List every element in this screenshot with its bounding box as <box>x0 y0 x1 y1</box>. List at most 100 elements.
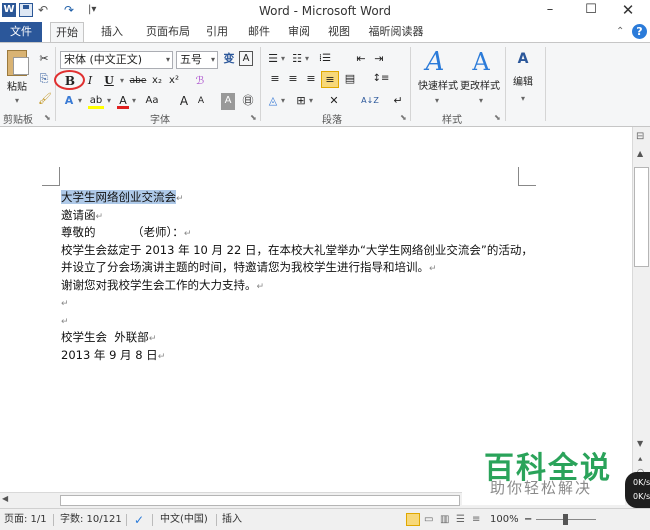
vertical-scrollbar[interactable]: ⊟ ▲ ▼ ⯅ ○ <box>632 127 650 492</box>
paragraph-launcher-icon[interactable]: ⬊ <box>400 113 407 122</box>
quick-styles-icon[interactable]: A <box>420 47 450 77</box>
tab-mailings[interactable]: 邮件 <box>245 22 273 42</box>
document-paragraph[interactable]: 邀请函↵ <box>61 207 533 225</box>
grow-font-button[interactable]: A <box>178 93 190 110</box>
outline-view-icon[interactable]: ☰ <box>456 513 465 527</box>
clear-formatting-button[interactable]: ℬ <box>192 73 208 90</box>
tab-page-layout[interactable]: 页面布局 <box>140 22 196 42</box>
numbering-dropdown-icon[interactable]: ▾ <box>304 51 310 68</box>
find-icon[interactable]: A <box>512 49 534 69</box>
styles-launcher-icon[interactable]: ⬊ <box>494 113 501 122</box>
document-paragraph[interactable]: 校学生会 外联部↵ <box>61 329 533 347</box>
tab-review[interactable]: 审阅 <box>285 22 313 42</box>
shrink-font-button[interactable]: A <box>195 93 207 110</box>
chinese-layout-button[interactable]: ✕ <box>327 93 341 110</box>
tab-references[interactable]: 引用 <box>203 22 231 42</box>
cut-icon[interactable]: ✂ <box>38 51 50 68</box>
tab-home[interactable]: 开始 <box>50 22 84 43</box>
word-count[interactable]: 字数: 10/121 <box>60 513 122 527</box>
document-paragraph[interactable]: 谢谢您对我校学生会工作的大力支持。↵ <box>61 277 533 295</box>
font-name-select[interactable]: 宋体 (中文正文) ▾ <box>60 51 173 69</box>
underline-dropdown-icon[interactable]: ▾ <box>118 73 126 90</box>
scroll-up-icon[interactable]: ▲ <box>637 149 643 158</box>
borders-button[interactable]: ⊞ <box>294 93 308 110</box>
underline-button[interactable]: U <box>103 73 115 90</box>
tab-foxit-reader[interactable]: 福昕阅读器 <box>368 22 424 42</box>
document-paragraph[interactable]: 尊敬的 （老师）：↵ <box>61 224 533 242</box>
full-screen-view-icon[interactable]: ▭ <box>424 513 433 527</box>
enclose-characters-button[interactable]: ㊐ <box>240 93 256 110</box>
distributed-button[interactable]: ▤ <box>343 71 357 88</box>
align-right-button[interactable]: ≡ <box>304 71 318 88</box>
show-marks-button[interactable]: ↵ <box>392 93 404 110</box>
font-launcher-icon[interactable]: ⬊ <box>250 113 257 122</box>
editing-button[interactable]: 编辑 <box>510 75 536 92</box>
horizontal-scroll-thumb[interactable] <box>60 495 460 506</box>
align-center-button[interactable]: ≡ <box>286 71 300 88</box>
italic-button[interactable]: I <box>84 73 96 90</box>
page-count[interactable]: 页面: 1/1 <box>4 513 47 527</box>
strikethrough-button[interactable]: abe <box>128 73 148 90</box>
change-case-button[interactable]: Aa <box>143 93 161 110</box>
scroll-down-icon[interactable]: ▼ <box>637 439 643 448</box>
insert-mode[interactable]: 插入 <box>222 513 242 527</box>
phonetic-guide-icon[interactable]: 变 <box>222 51 236 68</box>
font-size-select[interactable]: 五号 ▾ <box>176 51 218 69</box>
highlight-button[interactable]: ab <box>88 93 104 109</box>
tab-view[interactable]: 视图 <box>325 22 353 42</box>
increase-indent-button[interactable]: ⇥ <box>372 51 386 68</box>
copy-icon[interactable]: ⎘ <box>38 71 50 88</box>
decrease-indent-button[interactable]: ⇤ <box>354 51 368 68</box>
scroll-left-icon[interactable]: ◀ <box>2 494 8 503</box>
bullets-dropdown-icon[interactable]: ▾ <box>280 51 286 68</box>
document-paragraph[interactable]: ↵ <box>61 312 533 330</box>
quick-styles-dropdown-icon[interactable]: ▾ <box>432 93 442 110</box>
help-icon[interactable]: ? <box>632 24 647 39</box>
character-border-icon[interactable]: A <box>239 51 253 66</box>
collapse-ribbon-icon[interactable]: ⌃ <box>616 26 624 37</box>
language-indicator[interactable]: 中文(中国) <box>160 513 208 527</box>
document-paragraph[interactable]: 校学生会兹定于 2013 年 10 月 22 日，在本校大礼堂举办“大学生网络创… <box>61 242 533 260</box>
document-paragraph[interactable]: 2013 年 9 月 8 日↵ <box>61 347 533 365</box>
highlight-dropdown-icon[interactable]: ▾ <box>105 93 113 110</box>
font-color-button[interactable]: A <box>117 93 129 109</box>
zoom-slider-thumb[interactable] <box>563 514 568 525</box>
tab-insert[interactable]: 插入 <box>97 22 127 42</box>
document-paragraph[interactable]: ↵ <box>61 294 533 312</box>
document-body[interactable]: 大学生网络创业交流会↵ 邀请函↵ 尊敬的 （老师）：↵ 校学生会兹定于 2013 年 … <box>61 189 533 364</box>
web-layout-view-icon[interactable]: ▥ <box>440 513 449 527</box>
minimize-button[interactable]: – <box>532 0 568 22</box>
close-button[interactable]: ✕ <box>610 0 646 22</box>
character-shading-button[interactable]: A <box>221 93 235 110</box>
maximize-button[interactable]: ☐ <box>573 0 609 22</box>
multilevel-list-button[interactable]: ⁞☰ <box>316 51 334 68</box>
vertical-scroll-thumb[interactable] <box>634 167 649 267</box>
paste-dropdown-icon[interactable]: ▾ <box>10 93 24 110</box>
bullets-button[interactable]: ☰ <box>266 51 280 68</box>
proofing-icon[interactable]: ✓ <box>134 513 144 527</box>
zoom-out-button[interactable]: − <box>524 513 532 527</box>
zoom-level[interactable]: 100% <box>490 513 519 527</box>
line-spacing-button[interactable]: ↕≡ <box>372 71 390 88</box>
tab-file[interactable]: 文件 <box>0 22 42 42</box>
bold-button[interactable]: B <box>62 73 78 90</box>
previous-page-icon[interactable]: ⯅ <box>637 455 643 465</box>
justify-button[interactable]: ≡ <box>321 71 339 88</box>
clipboard-launcher-icon[interactable]: ⬊ <box>44 113 51 122</box>
shading-button[interactable]: ◬ <box>266 93 280 110</box>
paste-icon[interactable] <box>7 50 29 76</box>
align-left-button[interactable]: ≡ <box>268 71 282 88</box>
change-styles-icon[interactable]: A <box>466 47 496 77</box>
sort-button[interactable]: A↓Z <box>360 93 380 110</box>
format-painter-icon[interactable]: 🖌 <box>38 91 52 108</box>
text-effect-button[interactable]: A <box>62 93 76 110</box>
editing-dropdown-icon[interactable]: ▾ <box>518 91 528 108</box>
ruler-toggle-icon[interactable]: ⊟ <box>636 131 644 142</box>
text-effect-dropdown-icon[interactable]: ▾ <box>76 93 84 110</box>
superscript-button[interactable]: x² <box>167 73 181 90</box>
borders-dropdown-icon[interactable]: ▾ <box>308 93 314 110</box>
font-color-dropdown-icon[interactable]: ▾ <box>130 93 138 110</box>
shading-dropdown-icon[interactable]: ▾ <box>280 93 286 110</box>
subscript-button[interactable]: x₂ <box>150 73 164 90</box>
document-paragraph[interactable]: 并设立了分会场演讲主题的时间，特邀请您为我校学生进行指导和培训。↵ <box>61 259 533 277</box>
